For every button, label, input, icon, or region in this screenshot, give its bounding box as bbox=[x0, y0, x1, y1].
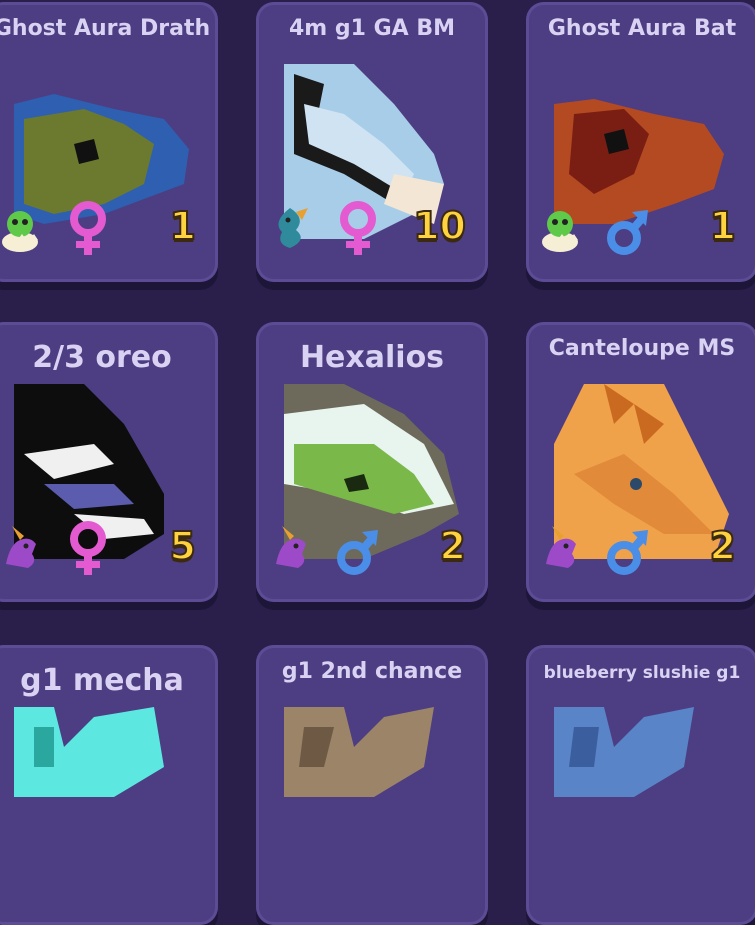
hatchling-egg-icon bbox=[0, 204, 42, 252]
pet-name: Ghost Aura Bat bbox=[547, 16, 737, 41]
pet-name: 2/3 oreo bbox=[32, 340, 172, 375]
pet-card[interactable]: g1 mecha bbox=[0, 645, 218, 925]
pet-name: g1 2nd chance bbox=[281, 659, 463, 684]
pet-inventory-grid: Ghost Aura Drath 1 4m g1 GA BM 10 Ghost … bbox=[0, 0, 755, 925]
female-symbol-icon bbox=[66, 200, 110, 258]
dragon-portrait bbox=[14, 707, 189, 882]
pet-name: blueberry slushie g1 bbox=[543, 663, 741, 683]
dragon-portrait bbox=[554, 707, 729, 882]
pet-name: Canteloupe MS bbox=[548, 336, 736, 361]
pet-count: 10 bbox=[412, 203, 467, 249]
pet-card[interactable]: 4m g1 GA BM 10 bbox=[256, 2, 488, 282]
male-symbol-icon bbox=[606, 200, 650, 258]
pet-card[interactable]: blueberry slushie g1 bbox=[526, 645, 755, 925]
pet-count: 1 bbox=[169, 203, 197, 249]
purple-dragon-icon bbox=[268, 524, 312, 572]
hatchling-egg-icon bbox=[538, 204, 582, 252]
pet-card[interactable]: Hexalios 2 bbox=[256, 322, 488, 602]
pet-count: 1 bbox=[709, 203, 737, 249]
pet-card[interactable]: 2/3 oreo 5 bbox=[0, 322, 218, 602]
male-symbol-icon bbox=[606, 520, 650, 578]
female-symbol-icon bbox=[66, 520, 110, 578]
dragon-portrait bbox=[284, 707, 459, 882]
pet-card[interactable]: Ghost Aura Drath 1 bbox=[0, 2, 218, 282]
pet-card[interactable]: g1 2nd chance bbox=[256, 645, 488, 925]
purple-dragon-icon bbox=[0, 524, 42, 572]
pet-count: 2 bbox=[709, 523, 737, 569]
pet-name: Ghost Aura Drath bbox=[0, 16, 211, 41]
pet-card[interactable]: Canteloupe MS 2 bbox=[526, 322, 755, 602]
pet-name: 4m g1 GA BM bbox=[288, 16, 455, 41]
female-symbol-icon bbox=[336, 200, 380, 258]
pet-count: 2 bbox=[439, 523, 467, 569]
purple-dragon-icon bbox=[538, 524, 582, 572]
male-symbol-icon bbox=[336, 520, 380, 578]
sea-dragon-icon bbox=[268, 204, 312, 252]
pet-name: g1 mecha bbox=[20, 663, 184, 698]
pet-card[interactable]: Ghost Aura Bat 1 bbox=[526, 2, 755, 282]
pet-count: 5 bbox=[169, 523, 197, 569]
pet-name: Hexalios bbox=[299, 340, 445, 375]
